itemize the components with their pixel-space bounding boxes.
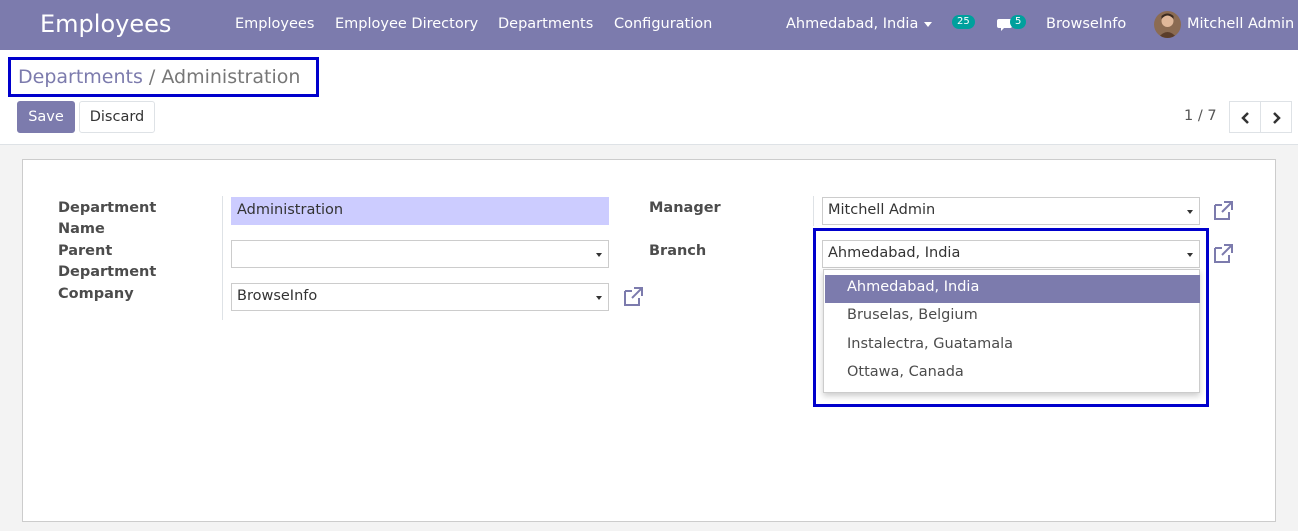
manager-value: Mitchell Admin <box>828 202 936 218</box>
department-name-label-line2: Name <box>58 221 105 237</box>
caret-down-icon <box>596 296 602 300</box>
caret-down-icon <box>596 253 602 257</box>
department-name-input[interactable]: Administration <box>231 197 609 225</box>
user-menu[interactable]: Mitchell Admin <box>1187 16 1294 32</box>
caret-down-icon <box>1187 210 1193 214</box>
parent-department-select[interactable] <box>231 240 609 268</box>
breadcrumb-departments-link[interactable]: Departments <box>18 66 143 88</box>
menu-employee-directory[interactable]: Employee Directory <box>335 16 478 32</box>
discard-button[interactable]: Discard <box>79 101 155 133</box>
department-name-label-line1: Department <box>58 200 157 216</box>
branch-switcher-label: Ahmedabad, India <box>786 16 919 32</box>
menu-configuration[interactable]: Configuration <box>614 16 712 32</box>
messages-badge[interactable]: 5 <box>1010 15 1027 29</box>
parent-department-label-line1: Parent <box>58 243 113 259</box>
branch-label: Branch <box>649 243 707 259</box>
breadcrumb-separator: / <box>148 66 156 88</box>
company-value: BrowseInfo <box>237 288 318 304</box>
chevron-right-icon <box>1273 112 1281 124</box>
parent-department-label: Parent Department <box>58 241 156 283</box>
company-select[interactable]: BrowseInfo <box>231 283 609 311</box>
caret-down-icon <box>924 21 933 27</box>
top-navbar: Employees Employees Employee Directory D… <box>0 0 1298 50</box>
breadcrumb: Departments / Administration <box>18 66 300 88</box>
app-title[interactable]: Employees <box>40 10 171 38</box>
pager-value[interactable]: 1 / 7 <box>1184 108 1217 124</box>
menu-employees[interactable]: Employees <box>235 16 314 32</box>
external-link-icon[interactable] <box>622 286 644 308</box>
branch-switcher[interactable]: Ahmedabad, India <box>786 16 933 32</box>
control-panel: Departments / Administration Save Discar… <box>0 50 1298 145</box>
external-link-icon[interactable] <box>1212 243 1234 265</box>
external-link-icon[interactable] <box>1212 200 1234 222</box>
manager-select[interactable]: Mitchell Admin <box>822 197 1200 225</box>
manager-label: Manager <box>649 200 721 216</box>
chevron-left-icon <box>1241 112 1249 124</box>
parent-department-label-line2: Department <box>58 264 157 280</box>
label-divider <box>813 196 814 226</box>
save-button[interactable]: Save <box>17 101 75 133</box>
label-divider <box>222 196 223 320</box>
pager-next-button[interactable] <box>1260 101 1292 133</box>
company-switcher[interactable]: BrowseInfo <box>1046 16 1126 32</box>
company-label: Company <box>58 286 134 302</box>
menu-departments[interactable]: Departments <box>498 16 593 32</box>
avatar[interactable] <box>1154 11 1181 38</box>
pager-previous-button[interactable] <box>1229 101 1261 133</box>
branch-highlight <box>813 228 1209 407</box>
department-name-label: Department Name <box>58 198 156 240</box>
activity-badge[interactable]: 25 <box>952 15 975 29</box>
breadcrumb-current: Administration <box>161 66 301 88</box>
